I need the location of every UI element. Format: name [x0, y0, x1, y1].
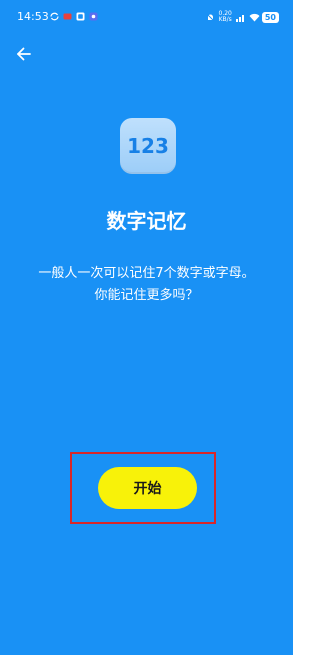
battery-indicator: 50	[261, 11, 279, 23]
status-right-icons: 0.20 KB/s 50	[206, 11, 279, 23]
sync-icon	[50, 12, 59, 21]
app-notification-icon	[63, 12, 72, 21]
page-description: 一般人一次可以记住7个数字或字母。 你能记住更多吗？	[0, 263, 293, 307]
description-line-1: 一般人一次可以记住7个数字或字母。	[38, 266, 255, 281]
status-time: 14:53	[17, 10, 49, 23]
back-arrow-icon	[17, 47, 31, 61]
app-badge-icon	[89, 12, 98, 21]
network-speed: 0.20 KB/s	[219, 11, 232, 23]
network-speed-unit: KB/s	[218, 16, 232, 23]
start-button[interactable]: 开始	[98, 467, 197, 509]
app-logo: 123	[120, 118, 176, 174]
message-icon	[76, 12, 85, 21]
mute-icon	[206, 13, 215, 22]
status-bar: 14:53 0.20 KB/s 50	[0, 0, 293, 36]
logo-text: 123	[127, 134, 169, 158]
screen: 14:53 0.20 KB/s 50 123 数字记忆 一般人一次可以记住7个数…	[0, 0, 293, 655]
signal-icon	[235, 13, 245, 22]
page-title: 数字记忆	[106, 209, 187, 233]
wifi-icon	[249, 13, 260, 22]
status-notification-icons	[50, 12, 98, 21]
description-line-2: 你能记住更多吗？	[94, 288, 199, 303]
back-button[interactable]	[13, 43, 35, 65]
